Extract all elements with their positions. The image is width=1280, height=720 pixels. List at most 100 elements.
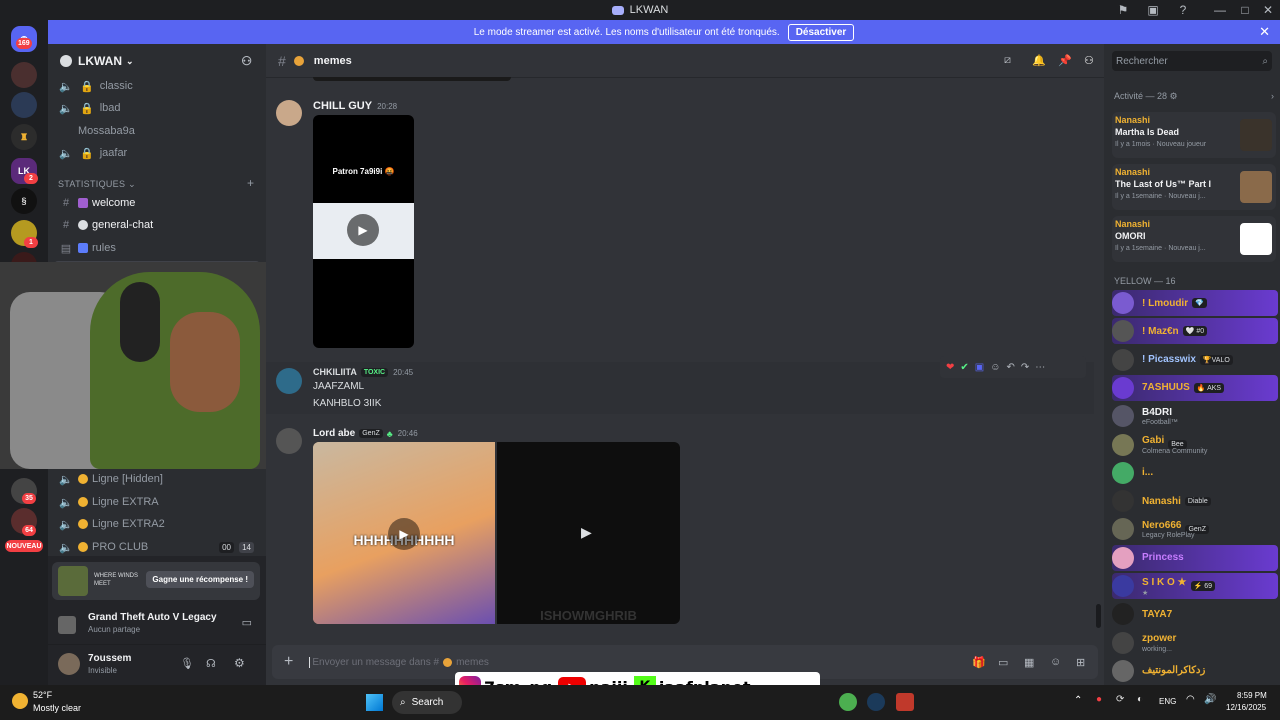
play-icon[interactable]: ▶ [581, 524, 592, 541]
add-attachment-icon[interactable]: + [284, 653, 293, 671]
member-list-icon[interactable]: ⚇ [1084, 54, 1094, 67]
play-icon[interactable]: ▶ [347, 214, 379, 246]
screen-icon[interactable]: ▣ [1145, 0, 1161, 20]
microphone-icon[interactable]: 🎙 [180, 657, 194, 670]
message-input[interactable]: Envoyer un message dans # memes [309, 656, 489, 668]
sticker-icon[interactable]: ▦ [1024, 656, 1034, 669]
weather-icon[interactable] [12, 693, 28, 709]
message-author[interactable]: CHKILIITA [313, 367, 357, 377]
voice-channel[interactable]: 🔈 🔒 classic [54, 76, 260, 96]
inbox-icon[interactable]: ⚑ [1115, 0, 1131, 20]
chrome-icon[interactable] [839, 693, 857, 711]
start-button[interactable] [366, 694, 383, 711]
app-icon[interactable] [896, 693, 914, 711]
tray-chevron-icon[interactable]: ⌃ [1074, 695, 1082, 706]
member-item[interactable]: ! Maz€n 🤍 #0 [1112, 318, 1278, 345]
voice-channel[interactable]: 🔈 Ligne [Hidden] [54, 469, 260, 489]
taskbar-search[interactable]: ⌕ Search [392, 691, 462, 714]
activity-card[interactable]: Nanashi Martha Is Dead Il y a 1mois · No… [1112, 112, 1276, 158]
promo-card[interactable]: WHERE WINDS MEET Gagne une récompense ! [52, 562, 260, 600]
member-item[interactable]: zpower working... [1112, 630, 1278, 656]
voice-channel[interactable]: 🔈 Ligne EXTRA2 [54, 514, 260, 534]
avatar[interactable] [276, 368, 302, 394]
banner-close-icon[interactable]: ✕ [1259, 24, 1270, 40]
member-item[interactable]: ! Lmoudir 💎 [1112, 290, 1278, 316]
headphones-icon[interactable]: ☊ [206, 657, 216, 670]
activity-card[interactable]: Nanashi OMORI Il y a 1semaine · Nouveau … [1112, 216, 1276, 262]
message-author[interactable]: CHILL GUY [313, 100, 372, 112]
tray-icon[interactable]: ◐ [1137, 694, 1143, 705]
heart-reaction-icon[interactable]: ❤ [946, 362, 954, 373]
activity-header[interactable]: Activité — 28 ⚙ › [1114, 91, 1274, 102]
threads-icon[interactable]: ⧄ [1004, 54, 1011, 67]
member-item[interactable]: TAYA7 [1112, 601, 1278, 627]
member-item[interactable]: Nero666 GenZ Legacy RolePlay [1112, 516, 1278, 542]
video-attachment[interactable]: Patron 7a9i9i 🤬 ▶ [313, 115, 414, 348]
search-input[interactable]: Rechercher ⌕ [1112, 51, 1272, 71]
apps-icon[interactable]: ⊞ [1076, 656, 1085, 669]
wifi-icon[interactable]: ◠ [1186, 694, 1195, 705]
play-icon[interactable]: ▶ [388, 518, 420, 550]
tray-icon[interactable]: ⟳ [1116, 694, 1124, 705]
e-reaction-icon[interactable]: ▣ [975, 362, 984, 373]
pin-icon[interactable]: 📌 [1058, 54, 1072, 67]
channel-label: welcome [92, 197, 136, 209]
member-item[interactable]: S I K O ★ ⚡ 69 ★ [1112, 573, 1278, 599]
member-item[interactable]: Nanashi Diable [1112, 488, 1278, 514]
avatar[interactable] [58, 653, 80, 675]
video-attachment[interactable]: ISHOWMGHRIB ▶ [497, 442, 680, 624]
member-item[interactable]: 7ASHUUS 🔥 AKS [1112, 374, 1278, 401]
reward-button[interactable]: Gagne une récompense ! [146, 571, 254, 588]
more-icon[interactable]: ⋯ [1035, 362, 1045, 373]
settings-icon[interactable]: ⚙ [234, 656, 245, 670]
member-item[interactable]: i... [1112, 460, 1278, 486]
minimize-icon[interactable]: — [1212, 0, 1228, 20]
server-header[interactable]: LKWAN ⌄ ⚇ [48, 44, 266, 78]
member-item[interactable]: B4DRI eFootball™ [1112, 403, 1278, 429]
activity-card[interactable]: Nanashi The Last of Us™ Part I Il y a 1s… [1112, 164, 1276, 210]
server-icon[interactable]: § [11, 188, 37, 214]
text-channel-general-chat[interactable]: # general-chat [54, 215, 260, 235]
channel[interactable]: Mossaba9a [54, 121, 260, 141]
help-icon[interactable]: ? [1175, 0, 1191, 20]
add-channel-icon[interactable]: + [247, 176, 254, 190]
server-icon[interactable] [11, 62, 37, 88]
close-icon[interactable]: ✕ [1260, 0, 1276, 20]
language-indicator[interactable]: ENG [1159, 697, 1176, 706]
maximize-icon[interactable]: □ [1237, 0, 1253, 20]
gift-icon[interactable]: 🎁 [972, 656, 986, 669]
avatar[interactable] [276, 100, 302, 126]
voice-channel[interactable]: 🔈 Ligne EXTRA [54, 492, 260, 512]
server-icon[interactable] [11, 92, 37, 118]
text-channel-welcome[interactable]: # welcome [54, 193, 260, 213]
screen-share-icon[interactable]: ▭ [242, 616, 252, 629]
add-member-icon[interactable]: ⚇ [241, 54, 252, 68]
server-icon[interactable]: ♜ [11, 124, 37, 150]
tray-icon[interactable]: ● [1096, 694, 1102, 705]
steam-icon[interactable] [867, 693, 885, 711]
chevron-right-icon[interactable]: › [1271, 91, 1274, 101]
member-item[interactable]: Gabi Bee Colmena Community [1112, 432, 1278, 458]
volume-icon[interactable]: 🔊 [1204, 694, 1216, 705]
category-header[interactable]: STATISTIQUES ⌄ [58, 179, 136, 190]
message-author[interactable]: Lord abe [313, 428, 355, 439]
member-item[interactable]: زدكاكرالمونتيف [1112, 658, 1278, 684]
bell-icon[interactable]: 🔔 [1032, 54, 1046, 67]
reply-icon[interactable]: ↶ [1006, 362, 1014, 373]
voice-channel-proclub[interactable]: 🔈 PRO CLUB 00 14 [54, 537, 260, 557]
check-reaction-icon[interactable]: ✔ [960, 362, 968, 373]
voice-channel[interactable]: 🔈 🔒 lbad [54, 98, 260, 118]
text-channel-rules[interactable]: ▤ rules [54, 238, 260, 258]
member-item[interactable]: Princess [1112, 544, 1278, 571]
voice-channel[interactable]: 🔈 🔒 jaafar [54, 143, 260, 163]
gear-icon[interactable]: ⚙ [1170, 91, 1178, 101]
disable-streamer-button[interactable]: Désactiver [787, 23, 855, 41]
member-item[interactable]: ! Picasswix 🏆VALO [1112, 347, 1278, 373]
emoji-icon[interactable]: ☺ [1050, 656, 1061, 668]
scrollbar[interactable] [1096, 604, 1101, 628]
avatar[interactable] [276, 428, 302, 454]
video-attachment[interactable]: HHHHHHHHHH ▶ [313, 442, 495, 624]
add-reaction-icon[interactable]: ☺ [990, 362, 1000, 373]
forward-icon[interactable]: ↷ [1021, 362, 1029, 373]
gif-icon[interactable]: ▭ [998, 656, 1008, 669]
